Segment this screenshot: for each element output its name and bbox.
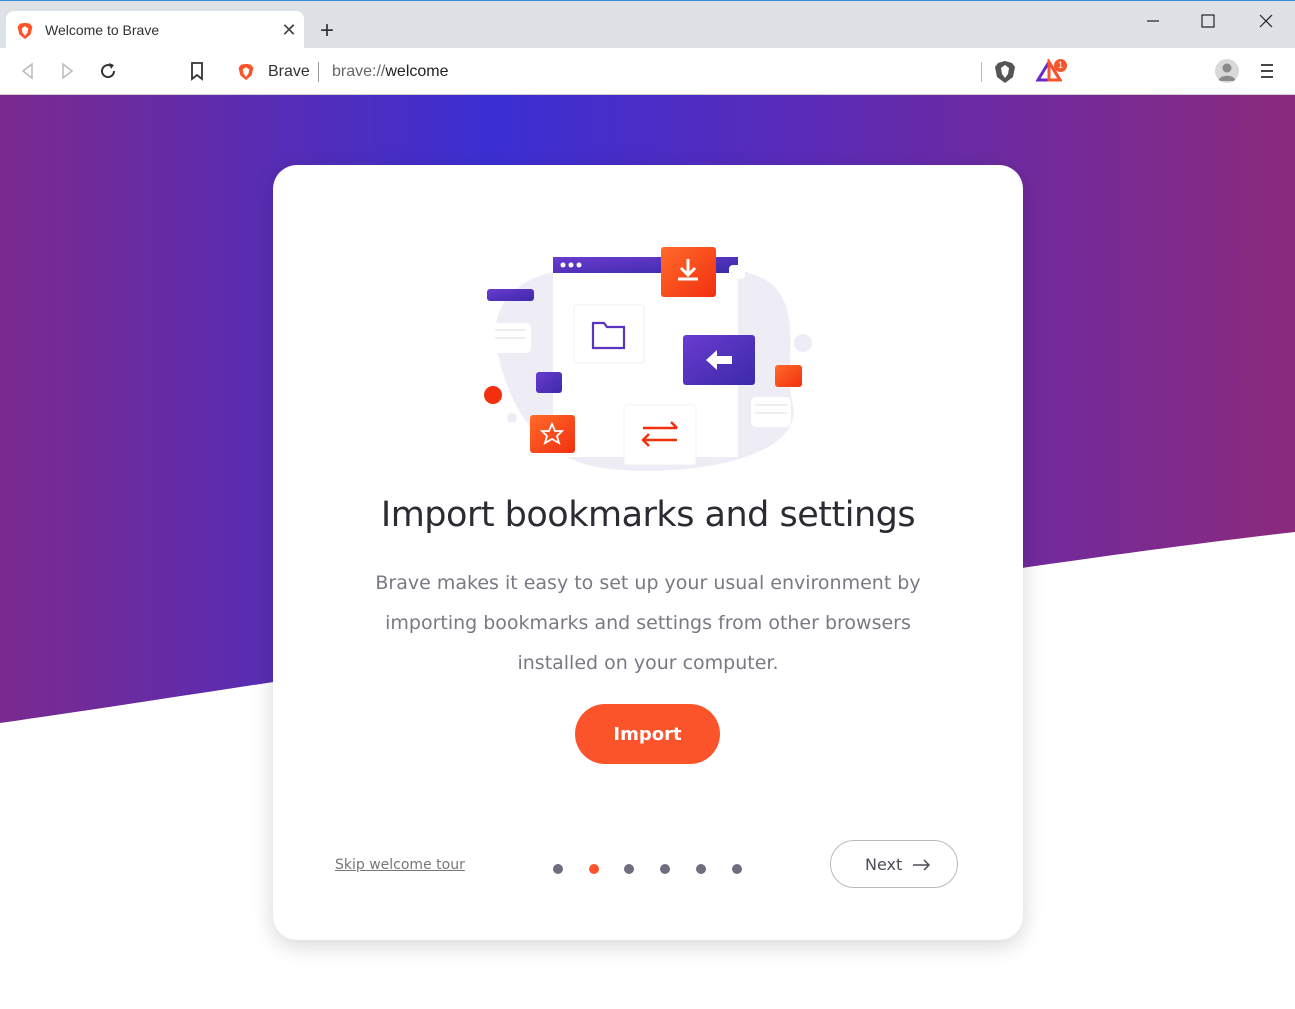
new-tab-plus-icon[interactable]: + xyxy=(316,19,338,43)
back-icon[interactable] xyxy=(17,60,39,82)
brave-lion-icon xyxy=(238,63,254,81)
url-path: welcome xyxy=(385,63,449,80)
brave-lion-icon xyxy=(17,22,33,40)
import-bookmarks-illustration xyxy=(484,247,812,471)
next-button[interactable]: Next xyxy=(830,840,958,888)
pagination-dot-1[interactable] xyxy=(553,864,563,874)
arrow-right-icon xyxy=(913,859,931,871)
tab-title: Welcome to Brave xyxy=(45,22,160,38)
omnibox-divider-right xyxy=(981,62,982,82)
welcome-page: Import bookmarks and settings Brave make… xyxy=(0,95,1295,1009)
site-name: Brave xyxy=(268,63,310,80)
brave-rewards-button[interactable]: 1 xyxy=(1035,56,1067,85)
omnibox-divider xyxy=(318,62,319,82)
pagination-dot-6[interactable] xyxy=(732,864,742,874)
reload-icon[interactable] xyxy=(97,60,119,82)
skip-welcome-tour-link[interactable]: Skip welcome tour xyxy=(335,857,465,873)
address-bar[interactable]: Brave brave://welcome 1 xyxy=(226,55,1070,89)
pagination-dot-5[interactable] xyxy=(696,864,706,874)
card-title: Import bookmarks and settings xyxy=(380,495,916,535)
browser-toolbar: Brave brave://welcome 1 xyxy=(0,48,1295,95)
window-titlebar: Welcome to Brave ✕ + xyxy=(0,0,1295,49)
pagination-dot-2[interactable] xyxy=(589,864,599,874)
pagination-dot-3[interactable] xyxy=(624,864,634,874)
tab-welcome[interactable]: Welcome to Brave ✕ xyxy=(6,11,304,49)
tab-close-icon[interactable]: ✕ xyxy=(279,20,299,40)
brave-shields-icon[interactable] xyxy=(994,60,1016,84)
menu-hamburger-icon[interactable] xyxy=(1257,61,1277,81)
person-icon xyxy=(1218,63,1236,81)
welcome-card: Import bookmarks and settings Brave make… xyxy=(273,165,1023,940)
import-button[interactable]: Import xyxy=(575,704,720,764)
profile-avatar-icon[interactable] xyxy=(1215,59,1239,83)
pagination-dot-4[interactable] xyxy=(660,864,670,874)
minimize-icon[interactable] xyxy=(1141,9,1165,33)
next-label: Next xyxy=(865,855,903,874)
card-description: Brave makes it easy to set up your usual… xyxy=(375,572,921,674)
close-window-icon[interactable] xyxy=(1254,9,1278,33)
url-scheme: brave:// xyxy=(332,63,386,80)
url-text[interactable]: brave://welcome xyxy=(332,63,449,81)
rewards-badge: 1 xyxy=(1054,59,1067,72)
forward-icon[interactable] xyxy=(56,60,78,82)
bookmark-icon[interactable] xyxy=(186,60,208,82)
maximize-icon[interactable] xyxy=(1196,9,1220,33)
